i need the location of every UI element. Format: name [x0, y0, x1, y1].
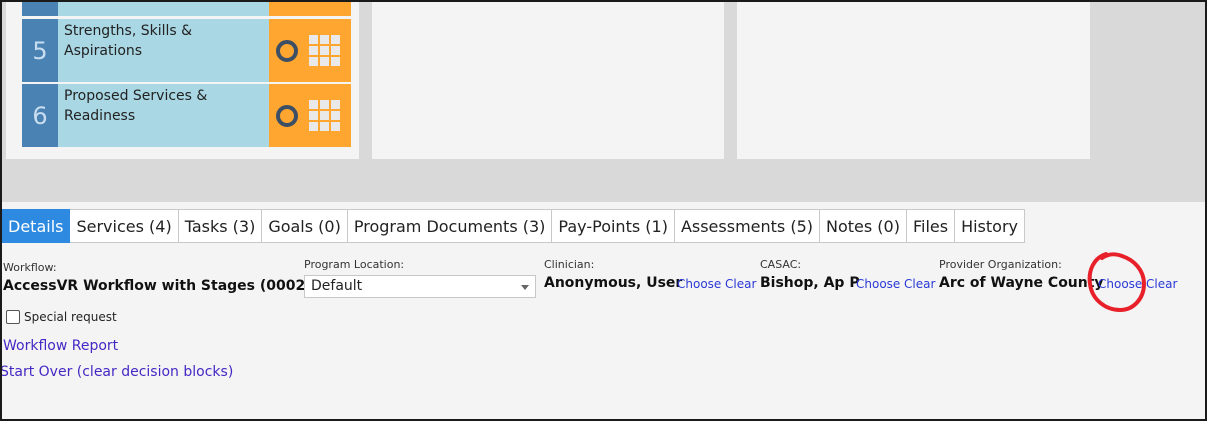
workflow-board: 5 Strengths, Skills & Aspirations 6 Prop… — [2, 2, 1205, 202]
tab-details[interactable]: Details — [2, 209, 71, 243]
stage-number: 6 — [22, 84, 58, 147]
workflow-label: Workflow: — [3, 261, 57, 274]
tab-notes[interactable]: Notes (0) — [820, 209, 907, 243]
program-location-value: Default — [311, 278, 363, 294]
grid-icon[interactable] — [308, 99, 341, 132]
status-ring-icon[interactable] — [276, 39, 298, 62]
tab-assessments[interactable]: Assessments (5) — [674, 209, 820, 243]
stage-actions — [269, 19, 351, 82]
grid-icon[interactable] — [308, 34, 341, 67]
stage-number: 5 — [22, 19, 58, 82]
app-frame: 5 Strengths, Skills & Aspirations 6 Prop… — [0, 0, 1207, 421]
provider-organization-label: Provider Organization: — [939, 258, 1062, 271]
casac-value: Bishop, Ap P — [760, 275, 860, 291]
clinician-choose-link[interactable]: Choose — [677, 277, 721, 291]
tab-services[interactable]: Services (4) — [70, 209, 179, 243]
start-over-link[interactable]: Start Over (clear decision blocks) — [2, 364, 233, 380]
clinician-clear-link[interactable]: Clear — [725, 277, 756, 291]
tab-program-documents[interactable]: Program Documents (3) — [347, 209, 553, 243]
stage-actions — [269, 84, 351, 147]
special-request-checkbox[interactable] — [6, 310, 20, 324]
program-location-label: Program Location: — [304, 258, 405, 271]
chevron-down-icon — [521, 285, 529, 290]
tab-bar: Details Services (4) Tasks (3) Goals (0)… — [2, 209, 1025, 243]
tab-pay-points[interactable]: Pay-Points (1) — [552, 209, 675, 243]
annotation-circle-icon — [1087, 252, 1147, 313]
tab-goals[interactable]: Goals (0) — [262, 209, 348, 243]
empty-column — [737, 2, 1090, 159]
tab-files[interactable]: Files — [906, 209, 956, 243]
special-request-label: Special request — [24, 310, 117, 324]
casac-choose-link[interactable]: Choose — [856, 277, 900, 291]
clinician-label: Clinician: — [544, 258, 595, 271]
tab-history[interactable]: History — [955, 209, 1025, 243]
stage-row-partial — [22, 2, 351, 16]
provider-clear-link[interactable]: Clear — [1146, 277, 1177, 291]
tab-tasks[interactable]: Tasks (3) — [178, 209, 263, 243]
provider-organization-value: Arc of Wayne County — [939, 275, 1104, 291]
status-ring-icon[interactable] — [276, 104, 298, 127]
empty-column — [372, 2, 724, 159]
stage-label: Strengths, Skills & Aspirations — [58, 19, 269, 82]
stage-label: Proposed Services & Readiness — [58, 84, 269, 147]
workflow-report-link[interactable]: Workflow Report — [3, 338, 118, 354]
program-location-select[interactable]: Default — [304, 275, 536, 298]
stage-row-5[interactable]: 5 Strengths, Skills & Aspirations — [22, 19, 351, 82]
casac-clear-link[interactable]: Clear — [904, 277, 935, 291]
stage-column: 5 Strengths, Skills & Aspirations 6 Prop… — [6, 2, 359, 159]
casac-label: CASAC: — [760, 258, 802, 271]
stage-row-6[interactable]: 6 Proposed Services & Readiness — [22, 84, 351, 147]
clinician-value: Anonymous, User — [544, 275, 683, 291]
workflow-value: AccessVR Workflow with Stages (00025) — [3, 278, 322, 294]
